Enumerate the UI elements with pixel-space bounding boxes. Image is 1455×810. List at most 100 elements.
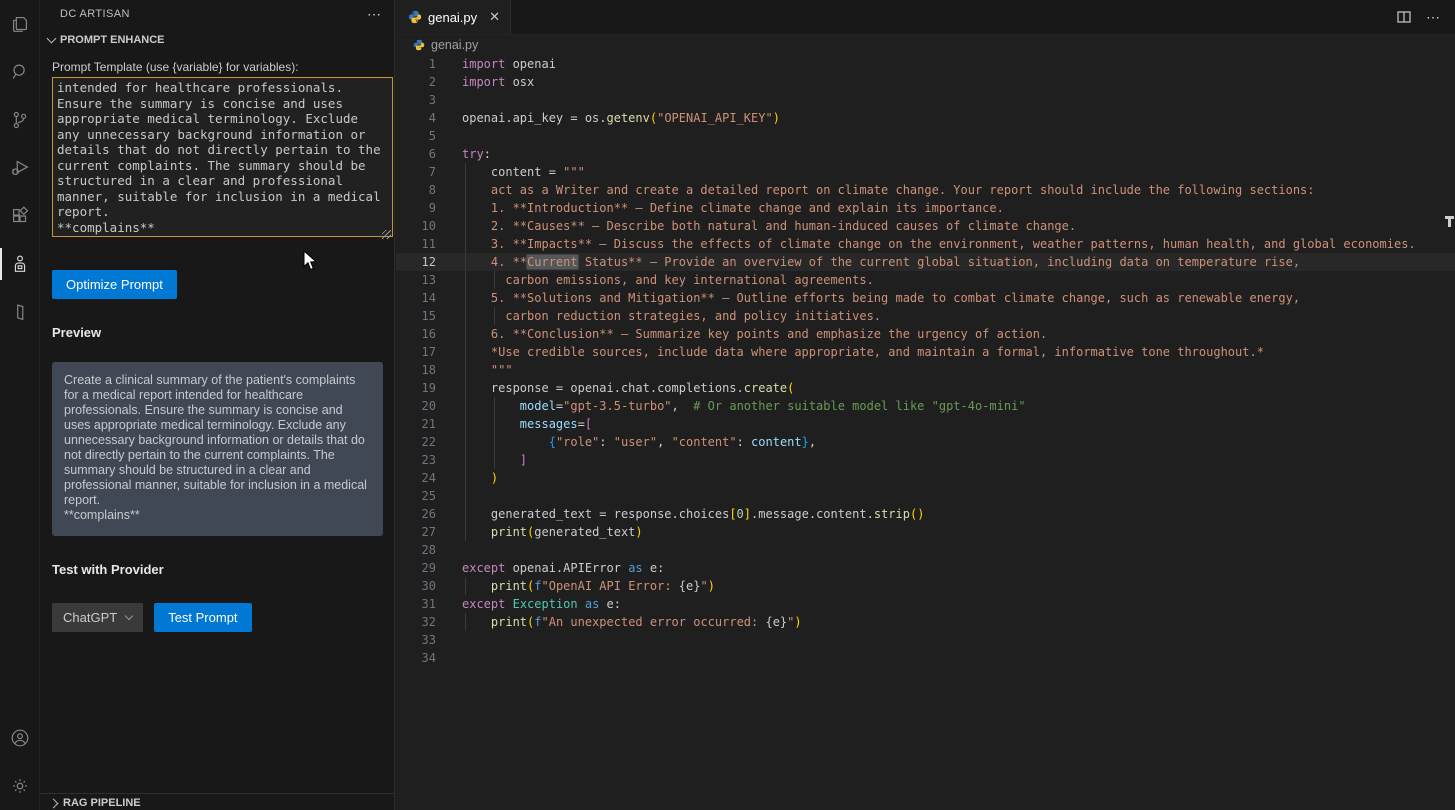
code-line[interactable]: 33 xyxy=(396,631,1455,649)
tab-genai-py[interactable]: genai.py ✕ xyxy=(396,0,511,34)
code-line[interactable]: 25 xyxy=(396,487,1455,505)
sidebar-panel: DC ARTISAN ⋯ PROMPT ENHANCE Prompt Templ… xyxy=(40,0,395,810)
code-line[interactable]: 26 generated_text = response.choices[0].… xyxy=(396,505,1455,523)
line-number[interactable]: 19 xyxy=(396,379,436,397)
code-line[interactable]: 8 act as a Writer and create a detailed … xyxy=(396,181,1455,199)
line-number[interactable]: 9 xyxy=(396,199,436,217)
code-lines: 1import openai2import osx34openai.api_ke… xyxy=(396,55,1455,667)
line-number[interactable]: 5 xyxy=(396,127,436,145)
line-number[interactable]: 16 xyxy=(396,325,436,343)
line-number[interactable]: 3 xyxy=(396,91,436,109)
line-number[interactable]: 31 xyxy=(396,595,436,613)
code-line[interactable]: 27 print(generated_text) xyxy=(396,523,1455,541)
code-line[interactable]: 24 ) xyxy=(396,469,1455,487)
line-number[interactable]: 28 xyxy=(396,541,436,559)
code-line[interactable]: 34 xyxy=(396,649,1455,667)
account-icon[interactable] xyxy=(0,714,40,762)
line-number[interactable]: 15 xyxy=(396,307,436,325)
code-editor[interactable]: 1import openai2import osx34openai.api_ke… xyxy=(396,55,1455,810)
sidebar-more-icon[interactable]: ⋯ xyxy=(367,10,382,18)
line-number[interactable]: 26 xyxy=(396,505,436,523)
run-debug-icon[interactable] xyxy=(0,144,40,192)
code-line[interactable]: 13 carbon emissions, and key internation… xyxy=(396,271,1455,289)
line-number[interactable]: 22 xyxy=(396,433,436,451)
close-icon[interactable]: ✕ xyxy=(489,9,500,25)
code-text: except Exception as e: xyxy=(436,595,621,613)
code-line[interactable]: 31except Exception as e: xyxy=(396,595,1455,613)
line-number[interactable]: 13 xyxy=(396,271,436,289)
split-editor-icon[interactable] xyxy=(1396,9,1412,25)
code-line[interactable]: 17 *Use credible sources, include data w… xyxy=(396,343,1455,361)
prompt-template-input[interactable]: intended for healthcare professionals. E… xyxy=(52,77,393,237)
line-number[interactable]: 10 xyxy=(396,217,436,235)
code-text: 3. **Impacts** – Discuss the effects of … xyxy=(436,235,1416,253)
line-number[interactable]: 29 xyxy=(396,559,436,577)
code-line[interactable]: 15 carbon reduction strategies, and poli… xyxy=(396,307,1455,325)
code-line[interactable]: 7 content = """ xyxy=(396,163,1455,181)
code-text: 4. **Current Status** – Provide an overv… xyxy=(436,253,1300,271)
line-number[interactable]: 24 xyxy=(396,469,436,487)
line-number[interactable]: 2 xyxy=(396,73,436,91)
code-line[interactable]: 22 {"role": "user", "content": content}, xyxy=(396,433,1455,451)
code-line[interactable]: 11 3. **Impacts** – Discuss the effects … xyxy=(396,235,1455,253)
code-line[interactable]: 6try: xyxy=(396,145,1455,163)
code-line[interactable]: 29except openai.APIError as e: xyxy=(396,559,1455,577)
source-control-icon[interactable] xyxy=(0,96,40,144)
code-line[interactable]: 20 model="gpt-3.5-turbo", # Or another s… xyxy=(396,397,1455,415)
line-number[interactable]: 25 xyxy=(396,487,436,505)
line-number[interactable]: 33 xyxy=(396,631,436,649)
breadcrumb-item-file[interactable]: genai.py xyxy=(431,38,478,52)
editor-more-icon[interactable]: ⋯ xyxy=(1426,9,1441,26)
code-line[interactable]: 4openai.api_key = os.getenv("OPENAI_API_… xyxy=(396,109,1455,127)
code-line[interactable]: 3 xyxy=(396,91,1455,109)
code-line[interactable]: 16 6. **Conclusion** – Summarize key poi… xyxy=(396,325,1455,343)
line-number[interactable]: 4 xyxy=(396,109,436,127)
line-number[interactable]: 30 xyxy=(396,577,436,595)
section-label: PROMPT ENHANCE xyxy=(60,34,165,46)
code-line[interactable]: 30 print(f"OpenAI API Error: {e}") xyxy=(396,577,1455,595)
line-number[interactable]: 7 xyxy=(396,163,436,181)
code-line[interactable]: 32 print(f"An unexpected error occurred:… xyxy=(396,613,1455,631)
dc-artisan-icon[interactable] xyxy=(0,240,40,288)
line-number[interactable]: 17 xyxy=(396,343,436,361)
test-prompt-button[interactable]: Test Prompt xyxy=(154,603,251,632)
line-number[interactable]: 12 xyxy=(396,253,436,271)
code-line[interactable]: 1import openai xyxy=(396,55,1455,73)
line-number[interactable]: 18 xyxy=(396,361,436,379)
code-line[interactable]: 28 xyxy=(396,541,1455,559)
code-text: response = openai.chat.completions.creat… xyxy=(436,379,794,397)
door-icon[interactable] xyxy=(0,288,40,336)
code-line[interactable]: 10 2. **Causes** – Describe both natural… xyxy=(396,217,1455,235)
line-number[interactable]: 11 xyxy=(396,235,436,253)
line-number[interactable]: 32 xyxy=(396,613,436,631)
code-line[interactable]: 21 messages=[ xyxy=(396,415,1455,433)
line-number[interactable]: 8 xyxy=(396,181,436,199)
code-line[interactable]: 18 """ xyxy=(396,361,1455,379)
code-text xyxy=(436,649,462,667)
code-line[interactable]: 19 response = openai.chat.completions.cr… xyxy=(396,379,1455,397)
line-number[interactable]: 23 xyxy=(396,451,436,469)
code-line[interactable]: 5 xyxy=(396,127,1455,145)
line-number[interactable]: 34 xyxy=(396,649,436,667)
line-number[interactable]: 1 xyxy=(396,55,436,73)
section-prompt-enhance[interactable]: PROMPT ENHANCE xyxy=(40,26,394,54)
settings-gear-icon[interactable] xyxy=(0,762,40,810)
line-number[interactable]: 21 xyxy=(396,415,436,433)
code-text: ] xyxy=(436,451,527,469)
code-line[interactable]: 9 1. **Introduction** – Define climate c… xyxy=(396,199,1455,217)
extensions-icon[interactable] xyxy=(0,192,40,240)
code-line[interactable]: 14 5. **Solutions and Mitigation** – Out… xyxy=(396,289,1455,307)
code-line[interactable]: 12 4. **Current Status** – Provide an ov… xyxy=(396,253,1455,271)
line-number[interactable]: 27 xyxy=(396,523,436,541)
python-icon xyxy=(413,39,425,51)
explorer-icon[interactable] xyxy=(0,0,40,48)
line-number[interactable]: 6 xyxy=(396,145,436,163)
code-line[interactable]: 2import osx xyxy=(396,73,1455,91)
search-icon[interactable] xyxy=(0,48,40,96)
optimize-prompt-button[interactable]: Optimize Prompt xyxy=(52,270,177,299)
provider-select[interactable]: ChatGPT xyxy=(52,603,143,632)
code-line[interactable]: 23 ] xyxy=(396,451,1455,469)
line-number[interactable]: 20 xyxy=(396,397,436,415)
line-number[interactable]: 14 xyxy=(396,289,436,307)
section-rag-pipeline[interactable]: RAG PIPELINE xyxy=(40,793,394,810)
